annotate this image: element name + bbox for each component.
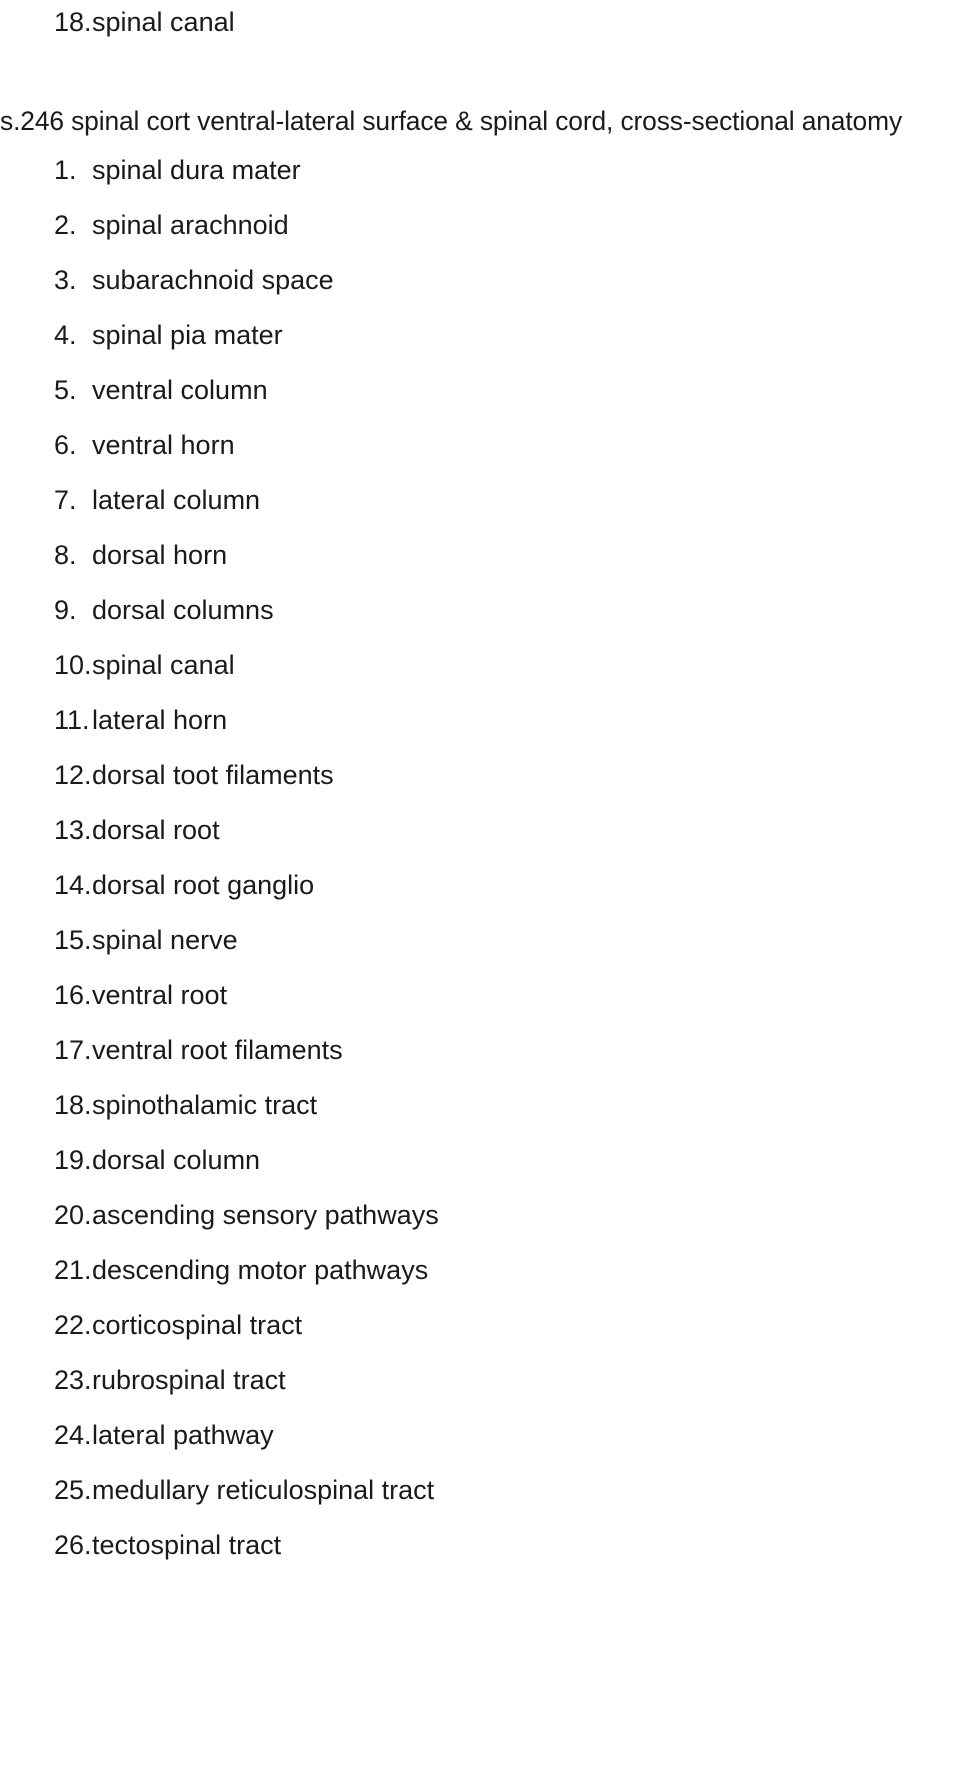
list-item: 26. tectospinal tract <box>0 1527 960 1582</box>
list-item-number: 23. <box>54 1365 92 1395</box>
list-item: 14. dorsal root ganglio <box>0 867 960 922</box>
list-item-label: dorsal columns <box>92 595 274 625</box>
list-item-label: spinal canal <box>92 650 235 680</box>
list-item-number: 22. <box>54 1310 92 1340</box>
list-item: 5. ventral column <box>0 372 960 427</box>
list-item-label: spinal dura mater <box>92 155 301 185</box>
orphan-list-item-number: 18. <box>54 7 92 37</box>
list-item-label: spinal arachnoid <box>92 210 289 240</box>
list-item-number: 8. <box>54 540 77 570</box>
list-item: 24. lateral pathway <box>0 1417 960 1472</box>
list-item-label: lateral pathway <box>92 1420 274 1450</box>
list-item-label: ventral root filaments <box>92 1035 343 1065</box>
list-item: 4. spinal pia mater <box>0 317 960 372</box>
list-item-number: 26. <box>54 1530 92 1560</box>
list-item-number: 1. <box>54 155 77 185</box>
list-item-number: 15. <box>54 925 92 955</box>
list-item-number: 19. <box>54 1145 92 1175</box>
list-item: 1. spinal dura mater <box>0 152 960 207</box>
list-item-label: subarachnoid space <box>92 265 334 295</box>
list-item-label: lateral column <box>92 485 261 515</box>
list-item-number: 11. <box>54 705 90 735</box>
section-heading: s.246 spinal cort ventral-lateral surfac… <box>0 106 903 136</box>
list-item-number: 25. <box>54 1475 92 1505</box>
list-item-label: dorsal root <box>92 815 220 845</box>
list-item-label: ventral horn <box>92 430 235 460</box>
list-item-number: 16. <box>54 980 92 1010</box>
list-item: 10. spinal canal <box>0 647 960 702</box>
list-item: 3. subarachnoid space <box>0 262 960 317</box>
list-item: 9. dorsal columns <box>0 592 960 647</box>
list-item-label: corticospinal tract <box>92 1310 303 1340</box>
orphan-list-item: 18. spinal canal <box>0 5 960 43</box>
list-item-number: 18. <box>54 1090 92 1120</box>
list-item-label: dorsal column <box>92 1145 261 1175</box>
document-page: 18. spinal canal s.246 spinal cort ventr… <box>0 0 960 1771</box>
list-item: 15. spinal nerve <box>0 922 960 977</box>
list-item-number: 2. <box>54 210 77 240</box>
list-item: 6. ventral horn <box>0 427 960 482</box>
list-item-number: 5. <box>54 375 77 405</box>
list-item-number: 4. <box>54 320 77 350</box>
list-item-number: 10. <box>54 650 92 680</box>
list-item: 16. ventral root <box>0 977 960 1032</box>
list-item-label: tectospinal tract <box>92 1530 282 1560</box>
list-item-number: 21. <box>54 1255 92 1285</box>
list-item: 17. ventral root filaments <box>0 1032 960 1087</box>
list-item-number: 20. <box>54 1200 92 1230</box>
list-item-number: 17. <box>54 1035 92 1065</box>
anatomy-numbered-list: 1. spinal dura mater 2. spinal arachnoid 3. s… <box>0 152 960 1582</box>
list-item-number: 3. <box>54 265 77 295</box>
list-item-number: 13. <box>54 815 92 845</box>
orphan-list-item-label: spinal canal <box>92 7 235 37</box>
list-item: 23. rubrospinal tract <box>0 1362 960 1417</box>
list-item-label: dorsal toot filaments <box>92 760 334 790</box>
list-item: 22. corticospinal tract <box>0 1307 960 1362</box>
list-item-label: ventral column <box>92 375 268 405</box>
list-item-number: 9. <box>54 595 77 625</box>
list-item: 7. lateral column <box>0 482 960 537</box>
list-item: 8. dorsal horn <box>0 537 960 592</box>
list-item: 21. descending motor pathways <box>0 1252 960 1307</box>
list-item: 19. dorsal column <box>0 1142 960 1197</box>
list-item-number: 7. <box>54 485 77 515</box>
list-item-label: descending motor pathways <box>92 1255 429 1285</box>
list-item: 13. dorsal root <box>0 812 960 867</box>
list-item: 11. lateral horn <box>0 702 960 757</box>
list-item-number: 14. <box>54 870 92 900</box>
list-item-label: spinal nerve <box>92 925 238 955</box>
list-item-number: 12. <box>54 760 92 790</box>
list-item-label: dorsal horn <box>92 540 228 570</box>
list-item: 12. dorsal toot filaments <box>0 757 960 812</box>
list-item-label: ventral root <box>92 980 228 1010</box>
list-item-label: ascending sensory pathways <box>92 1200 439 1230</box>
list-item-label: spinal pia mater <box>92 320 283 350</box>
list-item: 25. medullary reticulospinal tract <box>0 1472 960 1527</box>
list-item: 20. ascending sensory pathways <box>0 1197 960 1252</box>
list-item-label: medullary reticulospinal tract <box>92 1475 435 1505</box>
list-item: 2. spinal arachnoid <box>0 207 960 262</box>
list-item: 18. spinothalamic tract <box>0 1087 960 1142</box>
list-item-label: rubrospinal tract <box>92 1365 286 1395</box>
list-item-label: spinothalamic tract <box>92 1090 318 1120</box>
list-item-number: 24. <box>54 1420 92 1450</box>
list-item-label: lateral horn <box>92 705 228 735</box>
list-item-label: dorsal root ganglio <box>92 870 315 900</box>
list-item-number: 6. <box>54 430 77 460</box>
